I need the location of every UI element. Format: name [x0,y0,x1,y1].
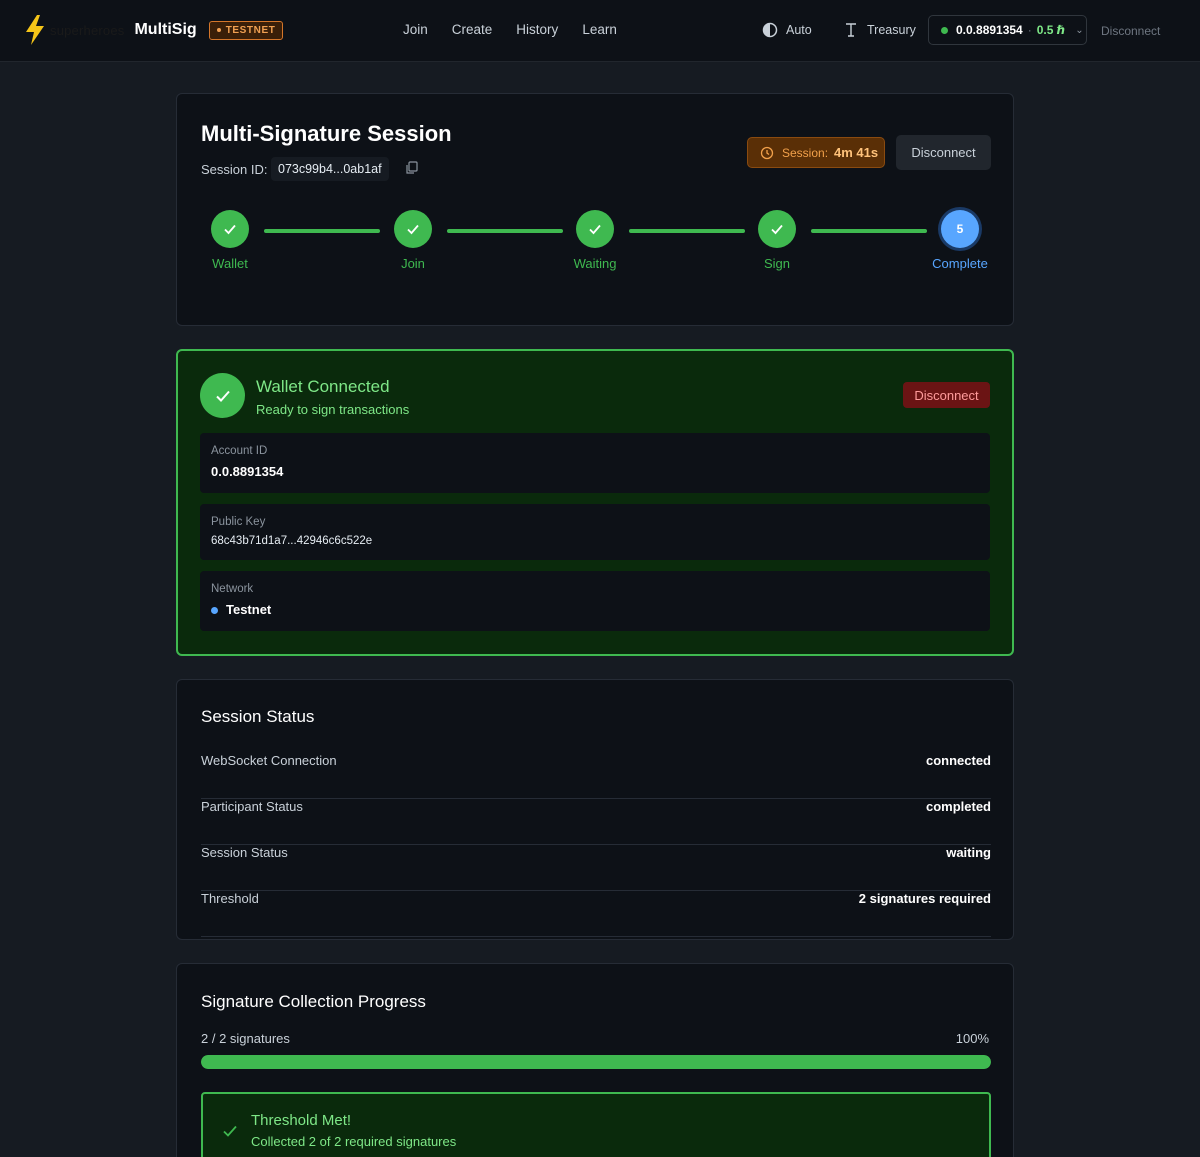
clock-icon [760,146,774,159]
account-id: 0.0.8891354 [956,23,1023,37]
step-connector [811,229,927,233]
nav-link-join[interactable]: Join [403,22,428,37]
step-sign-label: Sign [763,256,791,271]
step-waiting-label: Waiting [573,256,617,271]
brand-logo[interactable]: superheroes MultiSig TESTNET [24,14,284,46]
nav-links: Join Create History Learn [403,22,641,37]
chevron-down-icon: ⌄ [1075,24,1084,36]
treasury-label: Treasury [867,23,916,37]
status-row: Participant Status completed [201,799,991,845]
wallet-disconnect-button[interactable]: Disconnect [903,382,990,408]
network-value-row: Testnet [211,602,271,617]
session-id-label: Session ID: [201,162,268,177]
network-dot-icon [211,607,218,615]
status-key: Session Status [201,845,288,860]
public-key-value: 68c43b71d1a7...42946c6c522e [211,535,373,547]
brand-name: MultiSig [134,21,197,38]
account-balance: 0.5 ℏ [1036,23,1066,37]
account-id-value: 0.0.8891354 [211,464,284,479]
wallet-subtitle: Ready to sign transactions [256,402,410,417]
step-join-circle [394,210,432,248]
wallet-check-circle [200,373,245,418]
status-value: connected [925,753,991,768]
badge-dot-icon [216,28,221,32]
check-icon [223,1125,237,1137]
session-title: Multi-Signature Session [201,121,452,146]
timer-value: 4m 41s [834,145,879,160]
network-badge-label: TESTNET [225,24,276,36]
signature-progress-title: Signature Collection Progress [201,992,426,1011]
check-icon [589,224,601,235]
nav-link-create[interactable]: Create [452,22,493,37]
network-label: Network [211,583,254,595]
check-icon [224,224,236,235]
network-box: Network Testnet [200,571,990,631]
step-wallet-circle [211,210,249,248]
status-value: completed [925,799,991,814]
signature-count: 2 / 2 signatures [201,1031,290,1046]
threshold-subtitle: Collected 2 of 2 required signatures [251,1134,457,1149]
network-value: Testnet [226,602,272,617]
status-key: Participant Status [201,799,303,814]
session-status-card: Session Status WebSocket Connection conn… [176,679,1014,940]
status-key: WebSocket Connection [201,753,337,768]
contrast-icon [762,22,778,38]
status-row: WebSocket Connection connected [201,753,991,799]
check-icon [215,390,230,402]
session-card: Multi-Signature Session Session ID: 073c… [176,93,1014,326]
lightning-bolt-icon [26,15,44,45]
nav-link-learn[interactable]: Learn [582,22,617,37]
status-value: waiting [946,845,991,860]
check-icon [771,224,783,235]
progress-bar-fill [201,1055,991,1069]
nav-link-history[interactable]: History [516,22,558,37]
top-navbar: superheroes MultiSig TESTNET Join Create… [0,0,1200,62]
step-sign-circle [758,210,796,248]
status-row: Threshold 2 signatures required [201,891,991,937]
account-id-label: Account ID [211,445,268,457]
step-connector [447,229,563,233]
signature-percent: 100% [955,1031,989,1046]
session-disconnect-button[interactable]: Disconnect [896,135,991,170]
step-connector [264,229,380,233]
theme-label: Auto [786,23,812,37]
session-id-value: 073c99b4...0ab1af [271,157,389,181]
step-waiting-circle [576,210,614,248]
nav-disconnect-button[interactable]: Disconnect [1101,24,1160,38]
treasury-link[interactable]: Treasury [843,22,916,38]
check-icon [407,224,419,235]
status-key: Threshold [201,891,259,906]
step-wallet-label: Wallet [212,256,248,271]
public-key-box: Public Key 68c43b71d1a7...42946c6c522e [200,504,990,560]
session-status-title: Session Status [201,707,315,726]
wallet-connected-card: Wallet Connected Ready to sign transacti… [176,349,1014,656]
copy-icon[interactable] [405,161,419,175]
status-row: Session Status waiting [201,845,991,891]
theme-toggle[interactable]: Auto [762,22,812,38]
public-key-label: Public Key [211,516,266,528]
timer-label: Session: [782,145,829,160]
threshold-title: Threshold Met! [251,1112,352,1129]
step-join-label: Join [401,256,425,271]
step-complete-label: Complete [932,256,988,271]
separator-dot: · [1027,23,1032,37]
session-timer: Session: 4m 41s [747,137,885,168]
connected-dot-icon [941,26,948,34]
threshold-met-banner: Threshold Met! Collected 2 of 2 required… [201,1092,991,1157]
account-dropdown[interactable]: 0.0.8891354 · 0.5 ℏ ⌄ [928,15,1087,45]
status-value: 2 signatures required [858,891,991,906]
step-connector [629,229,745,233]
progress-bar [201,1055,991,1069]
account-id-box: Account ID 0.0.8891354 [200,433,990,493]
step-complete-circle: 5 [941,210,979,248]
network-badge: TESTNET [208,20,284,40]
signature-progress-card: Signature Collection Progress 2 / 2 sign… [176,963,1014,1157]
text-cursor-icon [846,23,856,37]
wallet-title: Wallet Connected [256,377,390,396]
brand-subtitle: superheroes [50,22,125,38]
